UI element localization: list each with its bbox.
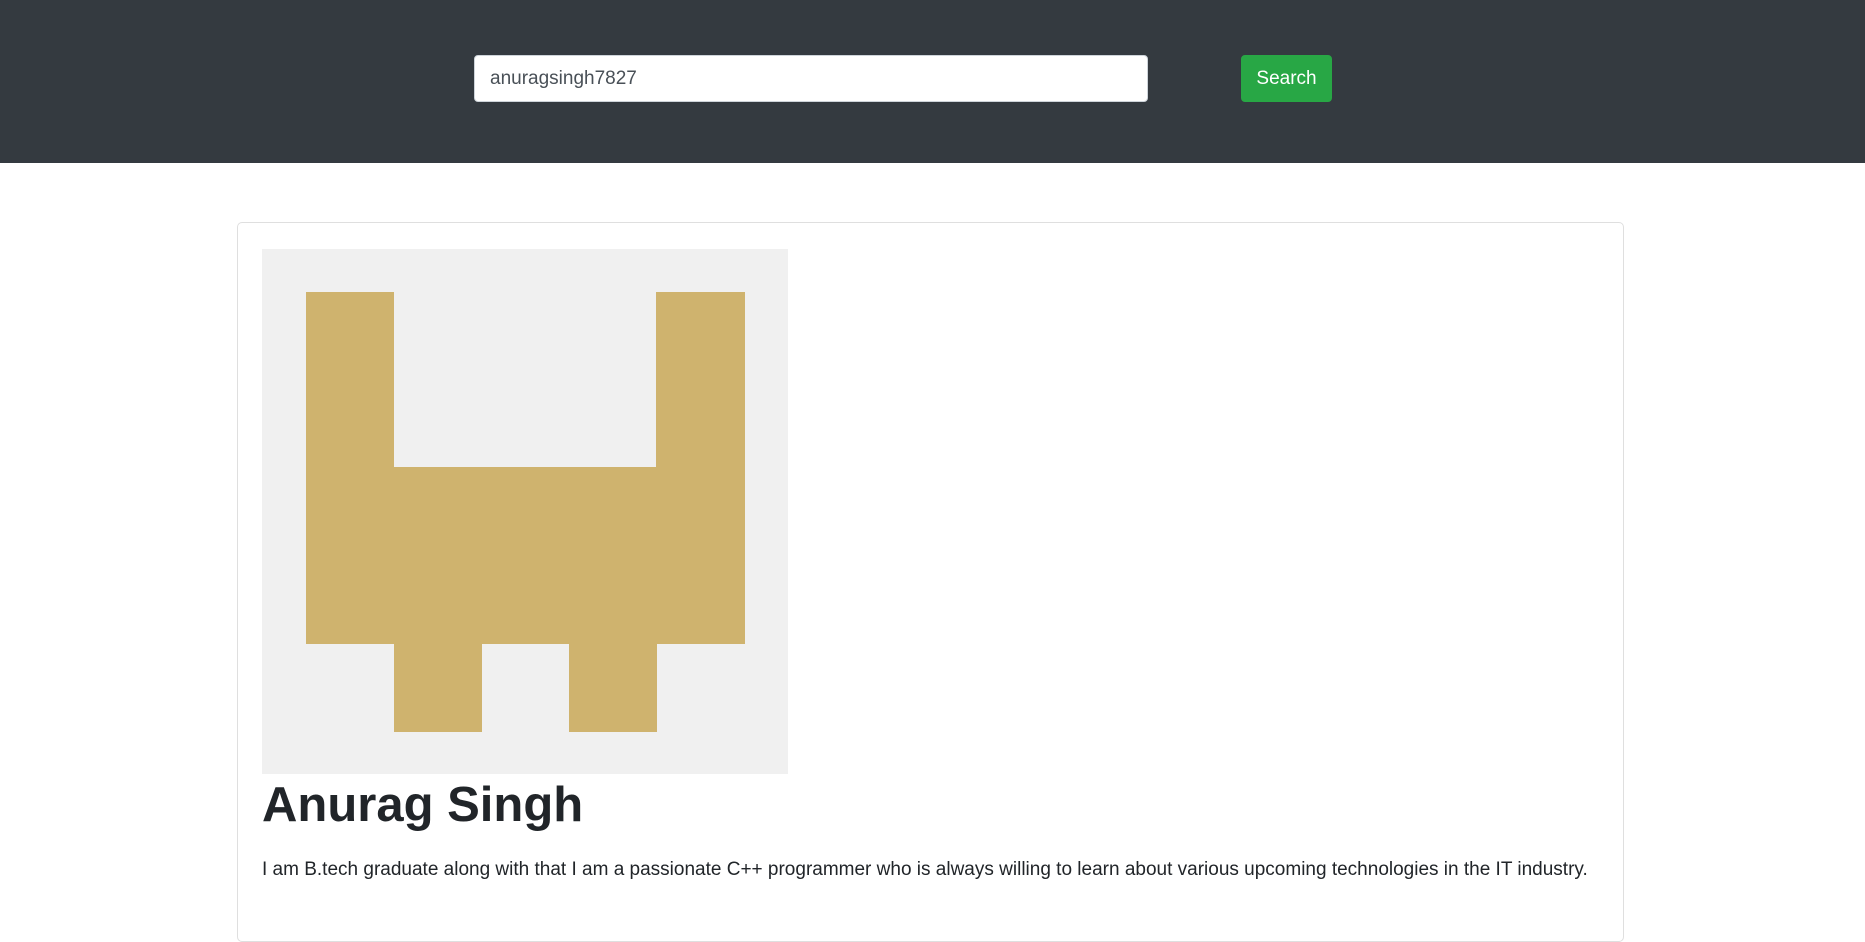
identicon-block	[569, 644, 657, 732]
identicon-block	[656, 292, 745, 644]
identicon-block	[394, 644, 482, 732]
search-input[interactable]	[474, 55, 1148, 102]
profile-bio: I am B.tech graduate along with that I a…	[262, 859, 1588, 880]
identicon-block	[394, 467, 656, 644]
top-navbar: Search	[0, 0, 1865, 163]
search-button[interactable]: Search	[1241, 55, 1332, 102]
profile-name: Anurag Singh	[262, 778, 584, 832]
identicon-block	[306, 292, 394, 644]
avatar	[262, 249, 788, 774]
